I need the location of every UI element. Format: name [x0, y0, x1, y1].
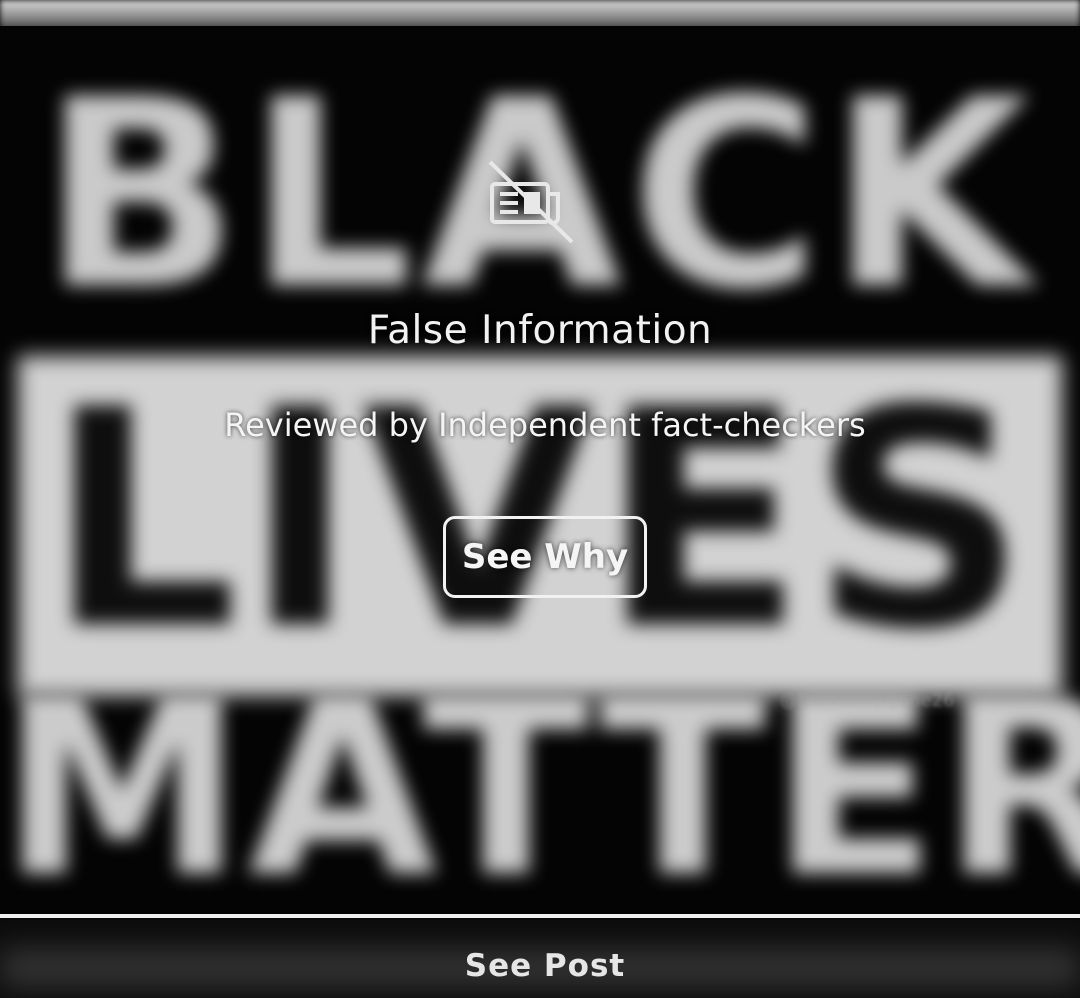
see-why-button[interactable]: See Why [443, 516, 647, 598]
warning-subtitle: Reviewed by Independent fact-checkers [224, 406, 866, 444]
footer-bar: See Post [0, 918, 1080, 998]
warning-title: False Information [367, 308, 713, 353]
newspaper-slash-icon [484, 160, 580, 244]
see-post-link[interactable]: See Post [0, 948, 1080, 984]
